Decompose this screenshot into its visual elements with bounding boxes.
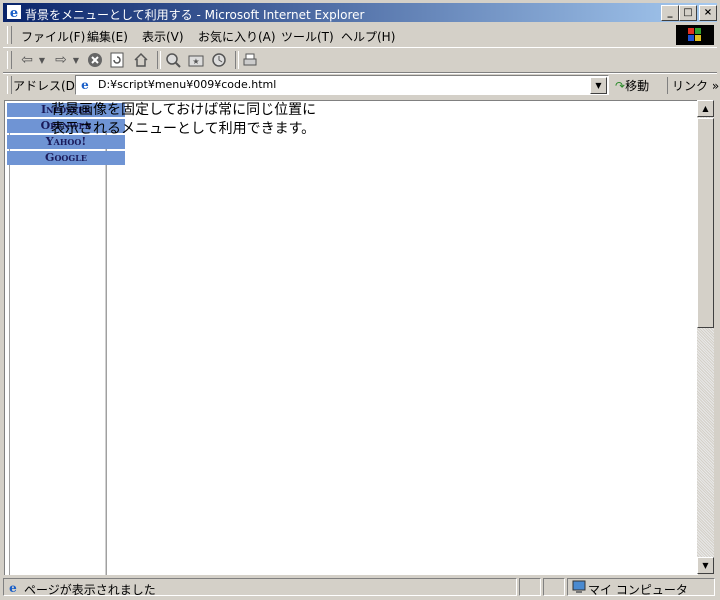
address-label: アドレス(D) (13, 79, 80, 93)
menu-tools[interactable]: ツール(T) (281, 28, 334, 45)
address-bar: アドレス(D) e D:¥script¥menu¥009¥code.html ▼… (3, 73, 719, 96)
status-message: ページが表示されました (24, 583, 156, 597)
standard-toolbar: ⇦ ▼ ⇨ ▼ ★ (3, 47, 717, 73)
addressbar-grip[interactable] (7, 76, 12, 94)
scroll-up-icon[interactable]: ▲ (697, 100, 714, 117)
windows-logo-icon (676, 25, 714, 45)
links-button[interactable]: リンク » (667, 77, 719, 94)
go-button[interactable]: ↷移動 (615, 77, 649, 94)
status-page-icon: e (9, 581, 17, 594)
vertical-scrollbar[interactable]: ▲ ▼ (697, 100, 714, 574)
minimize-button[interactable]: _ (661, 5, 679, 21)
toolbar-grip[interactable] (7, 51, 12, 69)
scroll-thumb[interactable] (697, 118, 714, 328)
status-message-cell: e ページが表示されました (3, 578, 517, 597)
computer-icon (572, 580, 586, 593)
history-icon[interactable] (209, 51, 229, 69)
address-input[interactable]: e D:¥script¥menu¥009¥code.html ▼ (75, 75, 609, 95)
close-button[interactable]: × (699, 5, 717, 21)
stop-icon[interactable] (85, 51, 105, 69)
go-arrow-icon: ↷ (615, 79, 626, 93)
ie-icon: e (7, 5, 21, 19)
title-bar[interactable]: e 背景をメニューとして利用する - Microsoft Internet Ex… (3, 3, 717, 22)
back-dropdown-icon[interactable]: ▼ (38, 51, 46, 69)
menu-view[interactable]: 表示(V) (142, 28, 184, 45)
print-icon[interactable] (240, 51, 260, 69)
status-bar: e ページが表示されました マイ コンピュータ (3, 577, 717, 597)
back-icon[interactable]: ⇦ (17, 51, 37, 69)
status-cell-empty (543, 578, 565, 596)
favorites-icon[interactable]: ★ (186, 51, 206, 69)
menubar-grip[interactable] (7, 26, 12, 44)
page-text: 背景画像を固定しておけば常に同じ位置に 表示されるメニューとして利用できます。 (51, 101, 316, 139)
menu-frame-divider (105, 131, 106, 575)
forward-dropdown-icon[interactable]: ▼ (72, 51, 80, 69)
go-label: 移動 (625, 79, 650, 93)
svg-text:e: e (10, 6, 18, 19)
browser-window: e 背景をメニューとして利用する - Microsoft Internet Ex… (0, 0, 720, 600)
scroll-down-icon[interactable]: ▼ (697, 557, 714, 574)
menu-help[interactable]: ヘルプ(H) (341, 28, 395, 45)
home-icon[interactable] (131, 51, 151, 69)
address-url[interactable]: D:¥script¥menu¥009¥code.html (98, 78, 276, 91)
page-icon: e (81, 78, 89, 91)
window-title: 背景をメニューとして利用する - Microsoft Internet Expl… (25, 8, 365, 22)
search-icon[interactable] (163, 51, 183, 69)
svg-text:e: e (9, 581, 17, 594)
svg-text:e: e (81, 78, 89, 91)
menu-link-google[interactable]: Google (7, 151, 125, 165)
refresh-icon[interactable] (107, 51, 127, 69)
status-zone-cell: マイ コンピュータ (567, 578, 715, 597)
status-zone: マイ コンピュータ (588, 583, 688, 597)
svg-text:★: ★ (192, 57, 199, 66)
menu-edit[interactable]: 編集(E) (87, 28, 128, 45)
maximize-button[interactable]: □ (679, 5, 697, 21)
menu-bar: ファイル(F) 編集(E) 表示(V) お気に入り(A) ツール(T) ヘルプ(… (3, 24, 717, 46)
page-text-line-2: 表示されるメニューとして利用できます。 (51, 121, 316, 137)
menu-file[interactable]: ファイル(F) (21, 28, 85, 45)
forward-icon[interactable]: ⇨ (51, 51, 71, 69)
toolbar-separator (235, 51, 239, 69)
status-cell-empty (519, 578, 541, 596)
menu-frame-border (9, 131, 107, 575)
address-dropdown-icon[interactable]: ▼ (590, 77, 607, 94)
page-text-line-1: 背景画像を固定しておけば常に同じ位置に (51, 102, 317, 118)
page-content: Infoseek Openweb Yahoo! Google 背景画像を固定して… (4, 100, 698, 575)
menu-favorites[interactable]: お気に入り(A) (198, 28, 276, 45)
toolbar-separator (157, 51, 161, 69)
